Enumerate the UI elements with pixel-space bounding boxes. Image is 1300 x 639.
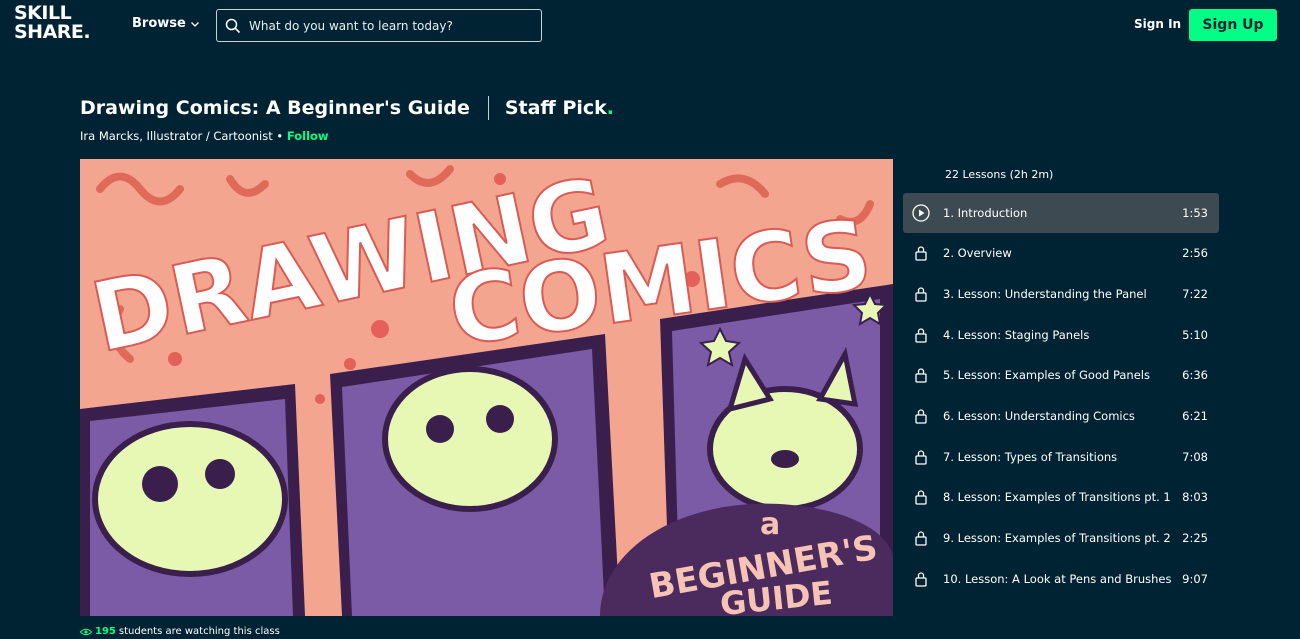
lesson-title: 5. Lesson: Examples of Good Panels [943,368,1150,383]
staff-pick-badge: Staff Pick. [505,97,614,119]
art-sub-a: a [760,507,780,542]
lesson-duration: 2:56 [1182,246,1208,261]
lesson-item[interactable]: 1. Introduction 1:53 [903,193,1219,233]
chevron-down-icon [190,21,199,27]
lesson-duration: 1:53 [1182,206,1208,220]
follow-button[interactable]: Follow [287,129,329,143]
lesson-title: 7. Lesson: Types of Transitions [943,449,1118,464]
lesson-item[interactable]: 5. Lesson: Examples of Good Panels 6:36 [903,355,1219,396]
staff-pick-text: Staff Pick [504,97,607,119]
lock-icon [912,244,930,262]
lesson-title: 8. Lesson: Examples of Transitions pt. 1 [943,490,1171,505]
lesson-title: 9. Lesson: Examples of Transitions pt. 2 [943,531,1171,546]
top-nav: SKILL SHARE. Browse Sign In Sign Up [0,0,1300,50]
lock-icon [912,285,930,303]
lesson-title: 6. Lesson: Understanding Comics [943,409,1135,424]
lock-icon [912,529,930,547]
teacher-name[interactable]: Ira Marcks, Illustrator / Cartoonist [80,129,273,143]
lesson-title: 4. Lesson: Staging Panels [943,327,1090,342]
lock-icon [912,366,930,384]
staff-pick-dot: . [606,97,614,119]
lock-icon [912,488,930,506]
browse-label: Browse [132,16,186,31]
lesson-duration: 9:07 [1182,571,1208,586]
course-title-row: Drawing Comics: A Beginner's Guide Staff… [80,95,614,121]
sign-up-button[interactable]: Sign Up [1189,9,1277,41]
course-title: Drawing Comics: A Beginner's Guide [80,97,470,119]
lesson-title: 1. Introduction [943,206,1028,220]
lesson-item[interactable]: 3. Lesson: Understanding the Panel 7:22 [903,274,1219,315]
browse-menu[interactable]: Browse [132,16,200,31]
lesson-title: 3. Lesson: Understanding the Panel [943,287,1147,302]
lesson-item[interactable]: 10. Lesson: A Look at Pens and Brushes 9:… [903,559,1219,600]
play-icon [912,204,930,222]
lock-icon [912,326,930,344]
title-divider [487,96,489,120]
eye-icon [80,628,92,635]
lesson-item[interactable]: 6. Lesson: Understanding Comics 6:21 [903,396,1219,437]
sign-in-link[interactable]: Sign In [1134,17,1181,31]
lesson-duration: 6:21 [1182,409,1208,424]
lesson-duration: 2:25 [1182,531,1208,546]
separator-dot: • [276,129,284,143]
search-box[interactable] [216,9,542,42]
lessons-summary: 22 Lessons (2h 2m) [945,168,1054,181]
lesson-duration: 7:08 [1182,449,1208,464]
lesson-item[interactable]: 7. Lesson: Types of Transitions 7:08 [903,436,1219,477]
lock-icon [912,448,930,466]
lesson-duration: 8:03 [1182,490,1208,505]
search-input[interactable] [249,18,529,33]
watching-text: students are watching this class [118,626,280,637]
lesson-item[interactable]: 9. Lesson: Examples of Transitions pt. 2… [903,518,1219,559]
video-thumbnail: DRAWING COMICS a BEGINNER'S GUIDE [80,159,893,616]
lesson-duration: 5:10 [1182,327,1208,342]
watching-indicator: 195 students are watching this class [80,626,280,637]
skillshare-logo[interactable]: SKILL SHARE. [14,4,91,43]
logo-line-bottom: SHARE. [14,21,91,43]
lesson-title: 10. Lesson: A Look at Pens and Brushes [943,571,1172,586]
lesson-duration: 7:22 [1182,287,1208,302]
lesson-list: 1. Introduction 1:53 2. Overview 2:56 3. Les… [903,193,1219,639]
lesson-item[interactable]: 2. Overview 2:56 [903,233,1219,274]
video-player[interactable]: DRAWING COMICS a BEGINNER'S GUIDE [80,159,893,616]
lesson-item[interactable]: 8. Lesson: Examples of Transitions pt. 1… [903,477,1219,518]
search-icon [225,18,241,33]
lock-icon [912,407,930,425]
lesson-duration: 6:36 [1182,368,1208,383]
teacher-row: Ira Marcks, Illustrator / Cartoonist • F… [80,129,329,143]
watching-count: 195 [95,626,116,637]
lesson-item[interactable]: 4. Lesson: Staging Panels 5:10 [903,314,1219,355]
lock-icon [912,570,930,588]
lesson-title: 2. Overview [943,246,1012,261]
